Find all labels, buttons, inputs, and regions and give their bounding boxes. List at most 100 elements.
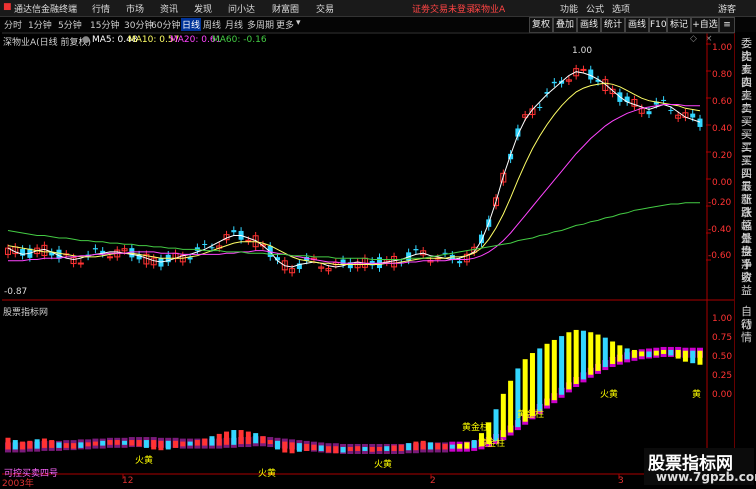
candle-down — [202, 243, 208, 245]
indicator-bar — [376, 446, 382, 451]
indicator-bar — [682, 350, 688, 362]
indicator-bar — [435, 443, 441, 450]
annotation: 火黄 — [600, 390, 619, 400]
y-tick: -0.60 — [708, 251, 732, 261]
indicator-bar — [580, 330, 586, 380]
annotation: 黄金柱 — [478, 439, 506, 449]
candle-up — [106, 256, 113, 259]
indicator-bar — [384, 446, 390, 451]
indicator-bar — [296, 443, 302, 452]
candle-down — [690, 113, 696, 118]
indicator-bar — [610, 341, 616, 364]
indicator-bar — [333, 446, 339, 454]
candle-down — [537, 106, 543, 108]
indicator-bar — [20, 441, 26, 450]
indicator-bar — [5, 437, 11, 450]
indicator-bar — [224, 431, 230, 445]
indicator-bar — [282, 441, 288, 453]
indicator-bar — [129, 440, 135, 446]
high-price-label: 1.00 — [572, 46, 593, 56]
indicator-bar — [289, 442, 295, 454]
y-tick: 0.20 — [712, 151, 733, 161]
indicator-bar — [668, 349, 674, 356]
indicator-bar — [661, 349, 667, 354]
indicator-bar — [551, 339, 557, 401]
indicator-bar — [173, 440, 179, 448]
panel-item[interactable]: 收益 — [736, 271, 756, 297]
x-axis-label: 12 — [122, 476, 134, 486]
annotation: 黄金柱 — [462, 423, 490, 433]
indicator-bar — [41, 438, 47, 448]
indicator-bar — [355, 446, 361, 451]
x-axis-label: 2003年 — [2, 479, 34, 489]
indicator-bar — [639, 351, 645, 357]
indicator-bar — [78, 442, 84, 448]
candle-down — [92, 248, 98, 250]
quote-button[interactable]: 行情 — [736, 318, 756, 344]
kline-chart[interactable] — [0, 0, 756, 487]
ind-y-tick: 0.75 — [712, 333, 733, 343]
y-tick: 0.40 — [712, 124, 733, 134]
candle-down — [231, 230, 237, 233]
indicator-bar — [427, 442, 433, 450]
indicator-bar — [413, 441, 419, 451]
watermark: 股票指标网 www.7gpzb.com — [644, 448, 756, 485]
indicator-bar — [231, 430, 237, 445]
indicator-bar — [471, 440, 477, 448]
indicator-bar — [71, 443, 77, 449]
y-tick: -0.20 — [708, 198, 732, 208]
annotation: 火黄 — [135, 456, 154, 466]
indicator-bar — [464, 442, 470, 449]
indicator-bar — [653, 350, 659, 356]
indicator-bar — [151, 440, 157, 450]
ma-line-ma10 — [7, 82, 701, 265]
indicator-bar — [34, 439, 40, 449]
indicator-bar — [216, 433, 222, 446]
x-axis-label: 3 — [618, 476, 624, 486]
indicator-bar — [340, 446, 346, 453]
indicator-bar — [573, 329, 579, 384]
indicator-bar — [369, 446, 375, 452]
indicator-bar — [49, 440, 55, 448]
indicator-bar — [602, 337, 608, 368]
indicator-bar — [318, 445, 324, 451]
indicator-bar — [194, 440, 200, 446]
indicator-bar — [122, 440, 128, 445]
watermark-url: www.7gpzb.com — [656, 470, 756, 484]
annotation: 黄金柱 — [517, 410, 545, 420]
indicator-bar — [304, 443, 310, 451]
indicator-bar — [420, 440, 426, 450]
indicator-bar — [500, 393, 506, 438]
indicator-bar — [544, 343, 550, 406]
y-tick: -0.40 — [708, 225, 732, 235]
indicator-bar — [631, 349, 637, 358]
indicator-bar — [56, 442, 62, 448]
indicator-bar — [143, 440, 149, 448]
indicator-bar — [202, 438, 208, 446]
annotation: 火黄 — [374, 460, 393, 470]
indicator-bar — [442, 443, 448, 450]
ind-y-tick: 0.50 — [712, 352, 733, 362]
indicator-bar — [508, 380, 514, 433]
indicator-bar — [449, 444, 455, 449]
indicator-bar — [457, 443, 463, 449]
x-axis-label: 2 — [430, 476, 436, 486]
candle-down — [668, 109, 674, 111]
y-tick: 0.60 — [712, 97, 733, 107]
candle-down — [457, 261, 463, 264]
indicator-bar — [646, 351, 652, 358]
indicator-bar — [311, 444, 317, 451]
annotation: 火黄 — [258, 469, 277, 479]
indicator-bar — [100, 440, 106, 446]
indicator-bar — [617, 345, 623, 362]
indicator-bar — [537, 348, 543, 411]
indicator-bar — [566, 332, 572, 390]
annotation: 黄 — [692, 390, 702, 400]
indicator-bar — [326, 446, 332, 453]
ind-y-tick: 0.00 — [712, 390, 733, 400]
y-tick: 0.00 — [712, 178, 733, 188]
indicator-bar — [690, 350, 696, 364]
indicator-bar — [624, 348, 630, 360]
indicator-bar — [63, 443, 69, 448]
indicator-bar — [275, 440, 281, 450]
